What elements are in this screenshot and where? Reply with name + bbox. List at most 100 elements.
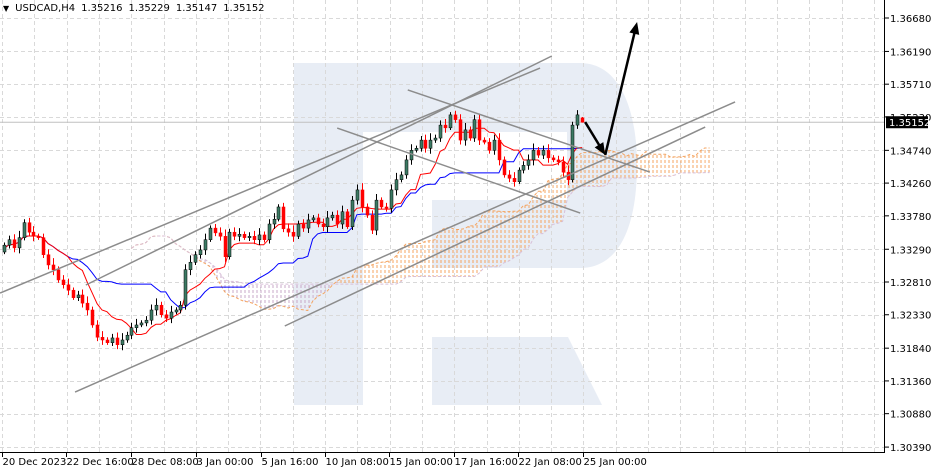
cloud-segment	[445, 227, 450, 277]
cloud-segment	[552, 178, 558, 225]
candle	[110, 333, 115, 346]
candle-body	[502, 159, 507, 176]
candle	[252, 230, 257, 245]
candle-body	[321, 223, 326, 228]
cloud-segment	[690, 154, 695, 173]
candle	[262, 231, 267, 243]
cloud-segment	[660, 154, 666, 177]
candle-body	[76, 294, 81, 298]
x-tick-label: 10 Jan 08:00	[326, 457, 389, 468]
candle	[374, 194, 379, 236]
candle	[51, 258, 56, 276]
candle-body	[232, 231, 237, 237]
y-tick-label: 1.30390	[890, 443, 931, 454]
candle-body	[276, 206, 281, 220]
y-tick-label: 1.36680	[890, 14, 931, 25]
candle-body	[463, 129, 468, 141]
cloud-segment	[449, 227, 455, 277]
candle-body	[125, 334, 130, 341]
y-tick-label: 1.31840	[890, 344, 931, 355]
candle-body	[458, 119, 463, 141]
candle	[76, 290, 81, 301]
x-tick-label: 5 Jan 16:00	[262, 457, 319, 468]
candle-body	[281, 206, 286, 230]
candle	[120, 333, 125, 351]
candle-body	[472, 119, 477, 139]
candle-body	[183, 269, 188, 306]
candle	[404, 155, 409, 179]
candle-body	[379, 199, 384, 208]
candle-body	[482, 139, 487, 143]
candle-body	[178, 304, 183, 311]
candle-body	[252, 236, 257, 240]
x-tick-label: 22 Jan 08:00	[519, 457, 582, 468]
candle-body	[399, 174, 404, 180]
candle	[414, 145, 419, 153]
cloud-segment	[655, 154, 661, 177]
candle	[174, 307, 179, 315]
candle	[188, 255, 193, 276]
candle-body	[129, 327, 134, 336]
candle-body	[120, 339, 125, 346]
candle-body	[85, 302, 90, 311]
candle-body	[580, 117, 585, 123]
candle-body	[389, 189, 394, 209]
ascending-channel-lower-1[interactable]	[74, 101, 736, 393]
candle	[487, 138, 492, 154]
candle	[27, 217, 32, 237]
candle-body	[531, 150, 536, 161]
price-axis[interactable]: 1.366801.361901.357101.352301.347401.342…	[885, 14, 931, 454]
candle-body	[223, 236, 228, 258]
y-tick-label: 1.36190	[890, 47, 931, 58]
candle	[178, 301, 183, 314]
candle-body	[306, 219, 311, 229]
candle-body	[203, 239, 208, 251]
cloud-segment	[489, 210, 494, 267]
candle	[61, 275, 66, 289]
cloud-segment	[258, 284, 264, 310]
candle	[507, 170, 512, 183]
candle-body	[36, 236, 41, 238]
cloud-segment	[474, 220, 480, 277]
candle-body	[468, 129, 473, 139]
open-price: 1.35216	[81, 3, 123, 14]
cloud-segment	[249, 284, 254, 304]
candle-body	[325, 217, 330, 228]
candle	[502, 156, 507, 178]
candle	[379, 197, 384, 210]
candle	[203, 233, 208, 255]
candle-body	[512, 178, 517, 182]
candle-body	[286, 228, 291, 233]
candle	[218, 227, 223, 241]
candle	[345, 209, 350, 229]
candle	[423, 134, 428, 153]
candle-body	[330, 214, 335, 219]
price-chart[interactable]: 1.366801.361901.357101.352301.347401.342…	[0, 0, 931, 471]
symbol-timeframe: USDCAD,H4	[15, 3, 76, 14]
candle-body	[517, 169, 522, 182]
cloud-segment	[616, 152, 622, 178]
candle-body	[311, 217, 316, 221]
y-tick-label: 1.33780	[890, 212, 931, 223]
candle-body	[536, 150, 541, 156]
cloud-segment	[234, 281, 240, 300]
candle-body	[551, 157, 556, 161]
triangle-down-icon[interactable]: ▼	[3, 4, 9, 13]
candle-body	[374, 199, 379, 231]
cloud-segment	[283, 284, 289, 309]
cloud-segment	[592, 152, 597, 187]
candle-body	[12, 239, 17, 249]
cloud-segment	[391, 256, 396, 285]
candle	[17, 230, 22, 254]
candle-body	[71, 289, 76, 298]
candle	[517, 167, 522, 184]
candle-body	[188, 261, 193, 270]
candle	[521, 161, 526, 174]
candle-body	[404, 159, 409, 176]
y-tick-label: 1.32810	[890, 278, 931, 289]
candle-body	[247, 236, 252, 238]
time-axis[interactable]: 20 Dec 2023 22 Dec 16:0028 Dec 08:003 Jan…	[2, 452, 647, 468]
candle-body	[100, 337, 105, 341]
candle-body	[335, 214, 340, 225]
candle-body	[453, 114, 458, 120]
